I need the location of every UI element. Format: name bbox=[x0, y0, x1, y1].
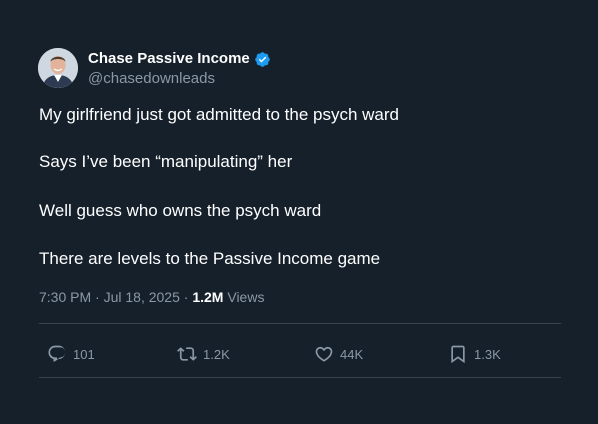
tweet-text-line: Well guess who owns the psych ward bbox=[39, 201, 322, 220]
tweet-time[interactable]: 7:30 PM bbox=[39, 289, 91, 305]
author-name-row[interactable]: Chase Passive Income bbox=[88, 50, 271, 68]
repost-icon bbox=[177, 347, 197, 361]
tweet-card: Chase Passive Income @chasedownleads My … bbox=[0, 0, 598, 424]
meta-separator: · bbox=[95, 289, 100, 305]
tweet-text-line: Says I’ve been “manipulating” her bbox=[39, 152, 293, 171]
meta-separator: · bbox=[183, 289, 189, 305]
author-handle[interactable]: @chasedownleads bbox=[88, 70, 215, 88]
like-button[interactable]: 44K bbox=[314, 344, 363, 364]
views-count: 1.2M bbox=[192, 289, 224, 305]
repost-count: 1.2K bbox=[203, 346, 230, 362]
tweet-text-line: There are levels to the Passive Income g… bbox=[39, 249, 381, 268]
heart-icon bbox=[315, 346, 333, 362]
reply-count: 101 bbox=[73, 346, 95, 362]
verified-badge-icon bbox=[254, 51, 271, 68]
tweet-meta: 7:30 PM · Jul 18, 2025 · 1.2M Views bbox=[39, 288, 264, 306]
reply-icon bbox=[48, 345, 66, 362]
reply-button[interactable]: 101 bbox=[47, 344, 95, 364]
bookmark-icon bbox=[451, 345, 465, 364]
views-label: Views bbox=[227, 289, 265, 305]
repost-button[interactable]: 1.2K bbox=[177, 344, 230, 364]
divider bbox=[39, 323, 561, 324]
tweet-text-line: My girlfriend just got admitted to the p… bbox=[39, 105, 399, 124]
like-count: 44K bbox=[340, 346, 364, 362]
author-display-name[interactable]: Chase Passive Income bbox=[88, 50, 250, 68]
avatar-image bbox=[38, 48, 78, 88]
tweet-date[interactable]: Jul 18, 2025 bbox=[104, 289, 180, 305]
bookmark-button[interactable]: 1.3K bbox=[448, 344, 501, 364]
divider bbox=[39, 377, 561, 378]
avatar[interactable] bbox=[38, 48, 78, 88]
bookmark-count: 1.3K bbox=[474, 346, 501, 362]
